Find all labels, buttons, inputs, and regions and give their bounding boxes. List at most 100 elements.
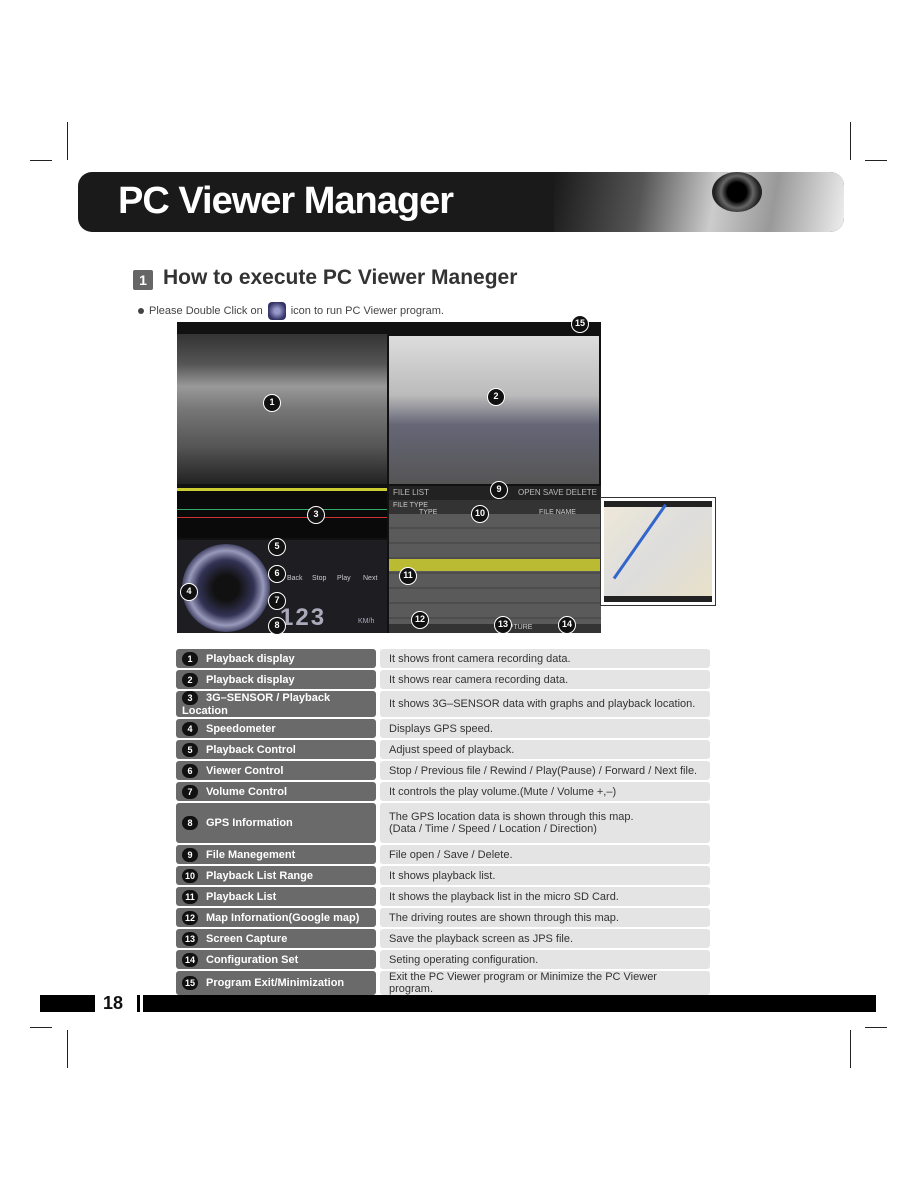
feature-name: GPS Information [206, 816, 293, 829]
pc-viewer-screenshot: Back Stop Play Next FILE LIST OPEN SAVE … [177, 322, 601, 633]
crop-mark [850, 122, 851, 160]
feature-desc-cell: File open / Save / Delete. [380, 845, 710, 864]
feature-name-cell: 13 Screen Capture [176, 929, 376, 948]
feature-name: Viewer Control [206, 764, 284, 777]
section-title: How to execute PC Viewer Maneger [163, 266, 518, 289]
callout-15: 15 [571, 315, 589, 333]
callout-13: 13 [494, 616, 512, 634]
table-row: 11 Playback List It shows the playback lis… [176, 887, 710, 906]
table-row: 5 Playback Control Adjust speed of playbac… [176, 740, 710, 759]
footer-divider [137, 995, 140, 1012]
feature-desc: Save the playback screen as JPS file. [389, 932, 574, 945]
feature-desc: Exit the PC Viewer program or Minimize t… [389, 971, 657, 995]
feature-desc: File open / Save / Delete. [389, 848, 513, 861]
feature-desc-cell: Adjust speed of playback. [380, 740, 710, 759]
feature-desc: Seting operating configuration. [389, 953, 539, 966]
feature-name: Playback display [206, 673, 295, 686]
back-button[interactable]: Back [287, 575, 303, 582]
feature-number: 3 [182, 691, 198, 705]
rear-camera-display [389, 336, 599, 484]
table-row: 9 File Manegement File open / Save / Delet… [176, 845, 710, 864]
table-row: 10 Playback List Range It shows playback l… [176, 866, 710, 885]
callout-1: 1 [263, 394, 281, 412]
instruction: Please Double Click on icon to run PC Vi… [138, 302, 444, 320]
feature-number: 12 [182, 910, 198, 925]
delete-button[interactable]: DELETE [566, 488, 597, 497]
instruction-before: Please Double Click on [149, 305, 263, 317]
bullet-icon [138, 308, 144, 314]
feature-name: Speedometer [206, 722, 276, 735]
camera-lens [712, 172, 762, 212]
file-list-title: FILE LIST [393, 488, 430, 497]
callout-4: 4 [180, 583, 198, 601]
open-button[interactable]: OPEN [518, 488, 541, 497]
feature-desc: It shows 3G–SENSOR data with graphs and … [389, 698, 696, 710]
g-sensor-graph [177, 488, 387, 538]
feature-desc-cell: Seting operating configuration. [380, 950, 710, 969]
feature-number: 10 [182, 868, 198, 883]
feature-name: 3G–SENSOR / Playback Location [182, 691, 331, 717]
instruction-after: icon to run PC Viewer program. [290, 305, 444, 317]
front-camera-display [177, 334, 387, 484]
feature-name-cell: 6 Viewer Control [176, 761, 376, 780]
feature-desc-cell: The GPS location data is shown through t… [380, 803, 710, 843]
graph-line [177, 509, 387, 510]
feature-desc: Displays GPS speed. [389, 722, 493, 735]
page-number: 18 [103, 993, 124, 1013]
footer-bar [143, 995, 876, 1012]
feature-desc-cell: Save the playback screen as JPS file. [380, 929, 710, 948]
crop-mark [67, 122, 68, 160]
crop-mark [865, 160, 887, 161]
feature-desc-cell: Exit the PC Viewer program or Minimize t… [380, 971, 710, 995]
save-button[interactable]: SAVE [543, 488, 564, 497]
play-button[interactable]: Play [337, 575, 351, 582]
table-row: 2 Playback display It shows rear camera re… [176, 670, 710, 689]
callout-9: 9 [490, 481, 508, 499]
table-row: 8 GPS Information The GPS location data is… [176, 803, 710, 843]
table-row: 15 Program Exit/Minimization Exit the PC V… [176, 971, 710, 995]
stop-button[interactable]: Stop [312, 575, 326, 582]
feature-name-cell: 11 Playback List [176, 887, 376, 906]
map-inset [600, 497, 716, 606]
feature-name-cell: 12 Map Infornation(Google map) [176, 908, 376, 927]
table-row: 12 Map Infornation(Google map) The driving… [176, 908, 710, 927]
feature-name-cell: 5 Playback Control [176, 740, 376, 759]
feature-number: 1 [182, 651, 198, 666]
footer-bar-left [40, 995, 95, 1012]
next-button[interactable]: Next [363, 575, 377, 582]
callout-3: 3 [307, 506, 325, 524]
feature-name: Playback List Range [206, 869, 313, 882]
crop-mark [850, 1030, 851, 1068]
feature-name-cell: 10 Playback List Range [176, 866, 376, 885]
feature-name-cell: 1 Playback display [176, 649, 376, 668]
feature-number: 13 [182, 931, 198, 946]
selected-row[interactable] [389, 559, 601, 571]
feature-name-cell: 3 3G–SENSOR / Playback Location [176, 691, 376, 717]
callout-2: 2 [487, 388, 505, 406]
feature-number: 5 [182, 742, 198, 757]
feature-number: 14 [182, 952, 198, 967]
file-type-label[interactable]: FILE TYPE [393, 502, 428, 509]
section-number: 1 [133, 270, 153, 290]
table-row: 7 Volume Control It controls the play volu… [176, 782, 710, 801]
feature-desc-2: (Data / Time / Speed / Location / Direct… [389, 823, 597, 835]
feature-desc-cell: It shows playback list. [380, 866, 710, 885]
crop-mark [67, 1030, 68, 1068]
feature-desc: It shows front camera recording data. [389, 652, 571, 665]
feature-name: Screen Capture [206, 932, 288, 945]
feature-name: Map Infornation(Google map) [206, 911, 360, 924]
feature-desc: It shows rear camera recording data. [389, 673, 569, 686]
feature-number: 15 [182, 976, 198, 990]
feature-desc: Stop / Previous file / Rewind / Play(Pau… [389, 764, 698, 777]
callout-14: 14 [558, 616, 576, 634]
feature-number: 11 [182, 889, 198, 904]
callout-7: 7 [268, 592, 286, 610]
feature-name-cell: 9 File Manegement [176, 845, 376, 864]
feature-number: 6 [182, 763, 198, 778]
feature-name-cell: 8 GPS Information [176, 803, 376, 843]
crop-mark [865, 1027, 887, 1028]
feature-desc: It shows playback list. [389, 869, 496, 882]
feature-number: 8 [182, 816, 198, 830]
callout-12: 12 [411, 611, 429, 629]
graph-line [177, 517, 387, 518]
